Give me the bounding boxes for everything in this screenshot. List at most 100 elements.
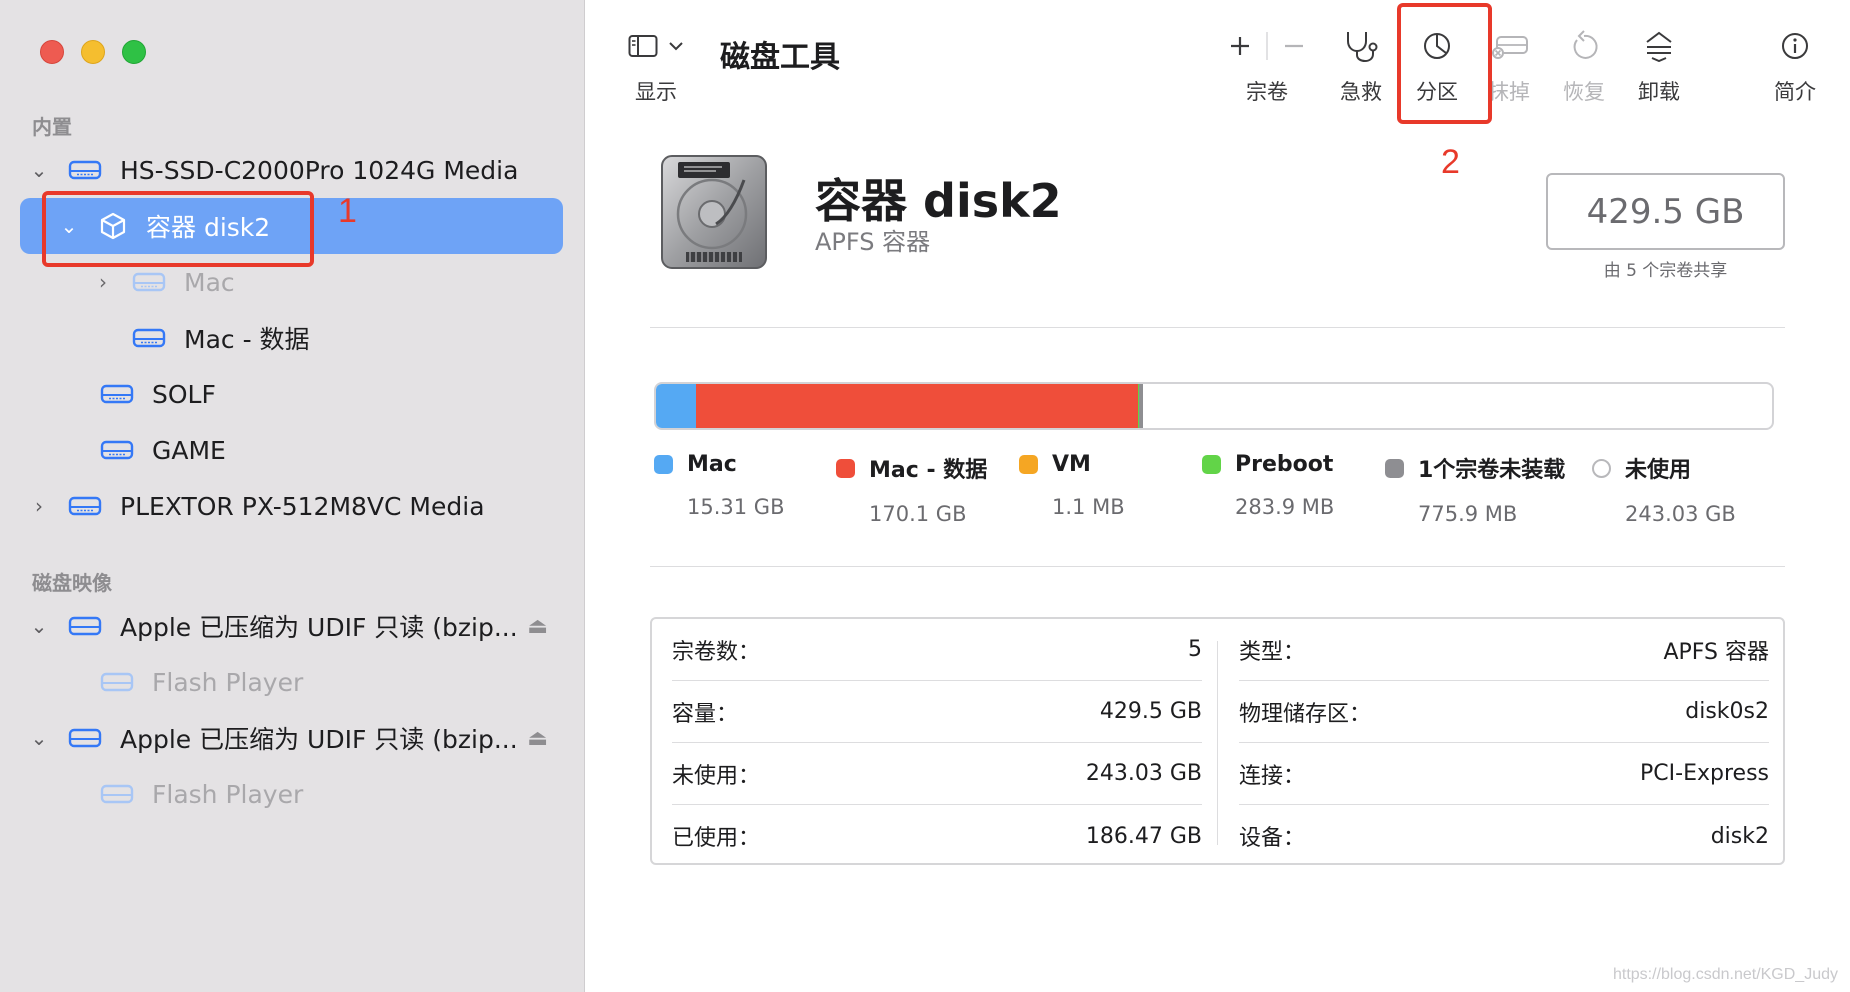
- legend-item: 1个宗卷未装载 775.9 MB: [1385, 452, 1565, 526]
- legend-value: 170.1 GB: [869, 502, 967, 526]
- sidebar-item-label: Apple 已压缩为 UDIF 只读 (bzip...: [120, 613, 518, 642]
- eject-icon[interactable]: ⏏: [527, 614, 548, 639]
- info-label: 未使用：: [672, 763, 761, 789]
- capacity-box: 429.5 GB: [1546, 173, 1785, 250]
- volume-disk-icon: [132, 272, 166, 292]
- sidebar-item-disk-image-1[interactable]: ⌄ Apple 已压缩为 UDIF 只读 (bzip... ⏏: [28, 599, 548, 653]
- legend-label: Mac: [687, 452, 737, 477]
- sidebar-item-label: Flash Player: [152, 667, 304, 697]
- divider: [650, 327, 1785, 328]
- unmount-icon: [1646, 31, 1672, 62]
- sidebar-section-disk-images: 磁盘映像: [32, 571, 112, 595]
- plus-icon[interactable]: [1228, 34, 1252, 58]
- info-column-left: 宗卷数： 5 容量： 429.5 GB 未使用： 243.03 GB 已使用： 186.47 …: [672, 619, 1202, 867]
- info-value: 5: [1188, 637, 1202, 662]
- volume-disk-icon: [100, 672, 134, 692]
- legend-name: 1个宗卷未装载: [1385, 452, 1565, 484]
- legend-item: Preboot 283.9 MB: [1202, 452, 1334, 519]
- container-subtitle: APFS 容器: [815, 228, 931, 256]
- annotation-number-1: 1: [338, 192, 357, 230]
- capacity-caption: 由 5 个宗卷共享: [1603, 261, 1728, 281]
- legend-swatch: [1385, 458, 1404, 478]
- info-button[interactable]: 简介: [1774, 26, 1816, 106]
- sidebar-item-label: GAME: [152, 435, 226, 465]
- legend-label: Mac - 数据: [869, 458, 988, 483]
- minus-icon[interactable]: [1282, 34, 1306, 58]
- info-value: PCI-Express: [1640, 761, 1769, 786]
- stethoscope-icon: [1347, 32, 1378, 63]
- info-label: 宗卷数：: [672, 639, 761, 665]
- restore-arrow-icon: [1573, 30, 1598, 59]
- chevron-right-icon[interactable]: ›: [28, 494, 50, 518]
- legend-swatch: [654, 455, 673, 474]
- legend-name: Preboot: [1202, 452, 1334, 477]
- restore-button[interactable]: 恢复: [1563, 26, 1605, 106]
- first-aid-button[interactable]: 急救: [1340, 26, 1382, 106]
- chevron-down-icon[interactable]: ⌄: [28, 726, 50, 750]
- info-value: 429.5 GB: [1099, 699, 1202, 724]
- legend-swatch: [836, 458, 855, 478]
- info-row: 连接： PCI-Express: [1239, 743, 1769, 805]
- sidebar-item-label: SOLF: [152, 379, 216, 409]
- usage-segment: [695, 384, 1138, 428]
- chevron-right-icon[interactable]: ›: [92, 270, 114, 294]
- chevron-down-icon[interactable]: ⌄: [28, 614, 50, 638]
- divider: [1266, 32, 1268, 60]
- sidebar-item-disk-image-2[interactable]: ⌄ Apple 已压缩为 UDIF 只读 (bzip... ⏏: [28, 711, 548, 765]
- sidebar-item-flash-player-1[interactable]: Flash Player: [100, 655, 303, 709]
- chevron-down-icon[interactable]: ⌄: [28, 158, 50, 182]
- divider: [1217, 641, 1218, 845]
- close-window-button[interactable]: [40, 40, 64, 64]
- info-row: 未使用： 243.03 GB: [672, 743, 1202, 805]
- legend-value: 15.31 GB: [687, 495, 785, 519]
- legend-item: Mac - 数据 170.1 GB: [836, 452, 987, 526]
- volume-disk-icon: [132, 328, 166, 348]
- sidebar-item-plextor[interactable]: › PLEXTOR PX-512M8VC Media: [28, 479, 485, 533]
- info-value: 186.47 GB: [1085, 823, 1202, 849]
- eject-icon[interactable]: ⏏: [527, 726, 548, 751]
- legend-label: 未使用: [1625, 458, 1692, 483]
- sidebar-item-label: HS-SSD-C2000Pro 1024G Media: [120, 155, 519, 185]
- info-row: 宗卷数： 5: [672, 619, 1202, 681]
- info-label: 设备：: [1239, 826, 1306, 851]
- legend-name: 未使用: [1592, 452, 1736, 484]
- info-row: 已使用： 186.47 GB: [672, 805, 1202, 867]
- info-value: disk2: [1710, 823, 1769, 849]
- minimize-window-button[interactable]: [81, 40, 105, 64]
- sidebar-section-internal: 内置: [32, 115, 72, 139]
- sidebar: 内置 ⌄ HS-SSD-C2000Pro 1024G Media ⌄ 容器 di…: [0, 0, 585, 992]
- zoom-window-button[interactable]: [122, 40, 146, 64]
- info-label: 已使用：: [672, 826, 761, 851]
- chevron-down-icon: [669, 42, 683, 51]
- sidebar-item-solf[interactable]: SOLF: [100, 367, 216, 421]
- unmount-button[interactable]: 卸载: [1638, 26, 1680, 106]
- info-label: 连接：: [1239, 763, 1306, 789]
- info-row: 容量： 429.5 GB: [672, 681, 1202, 743]
- info-row: 物理储存区： disk0s2: [1239, 681, 1769, 743]
- sidebar-item-mac-data[interactable]: Mac - 数据: [132, 311, 310, 365]
- info-row: 类型： APFS 容器: [1239, 619, 1769, 681]
- info-label: 类型：: [1239, 639, 1306, 665]
- info-value: APFS 容器: [1663, 639, 1769, 665]
- legend-item: VM 1.1 MB: [1019, 452, 1125, 519]
- view-button[interactable]: 显示: [628, 26, 684, 106]
- legend-item: Mac 15.31 GB: [654, 452, 784, 519]
- sidebar-item-game[interactable]: GAME: [100, 423, 226, 477]
- info-value: 243.03 GB: [1085, 761, 1202, 786]
- legend-value: 243.03 GB: [1625, 502, 1736, 526]
- volume-disk-icon: [100, 384, 134, 404]
- app-title: 磁盘工具: [720, 40, 840, 75]
- info-value: disk0s2: [1685, 699, 1769, 724]
- sidebar-item-label: Mac: [184, 267, 235, 297]
- sidebar-item-flash-player-2[interactable]: Flash Player: [100, 767, 303, 821]
- legend-swatch: [1202, 455, 1221, 474]
- sidebar-item-hs-ssd[interactable]: ⌄ HS-SSD-C2000Pro 1024G Media: [28, 143, 519, 197]
- volume-button[interactable]: 宗卷: [1228, 26, 1306, 106]
- annotation-box-2: [1397, 3, 1492, 124]
- annotation-number-2: 2: [1441, 143, 1460, 181]
- internal-disk-icon: [68, 496, 102, 516]
- legend-name: Mac - 数据: [836, 452, 987, 484]
- usage-bar: [654, 382, 1774, 430]
- erase-button[interactable]: 抹掉: [1488, 26, 1530, 106]
- disk-image-icon: [68, 728, 102, 748]
